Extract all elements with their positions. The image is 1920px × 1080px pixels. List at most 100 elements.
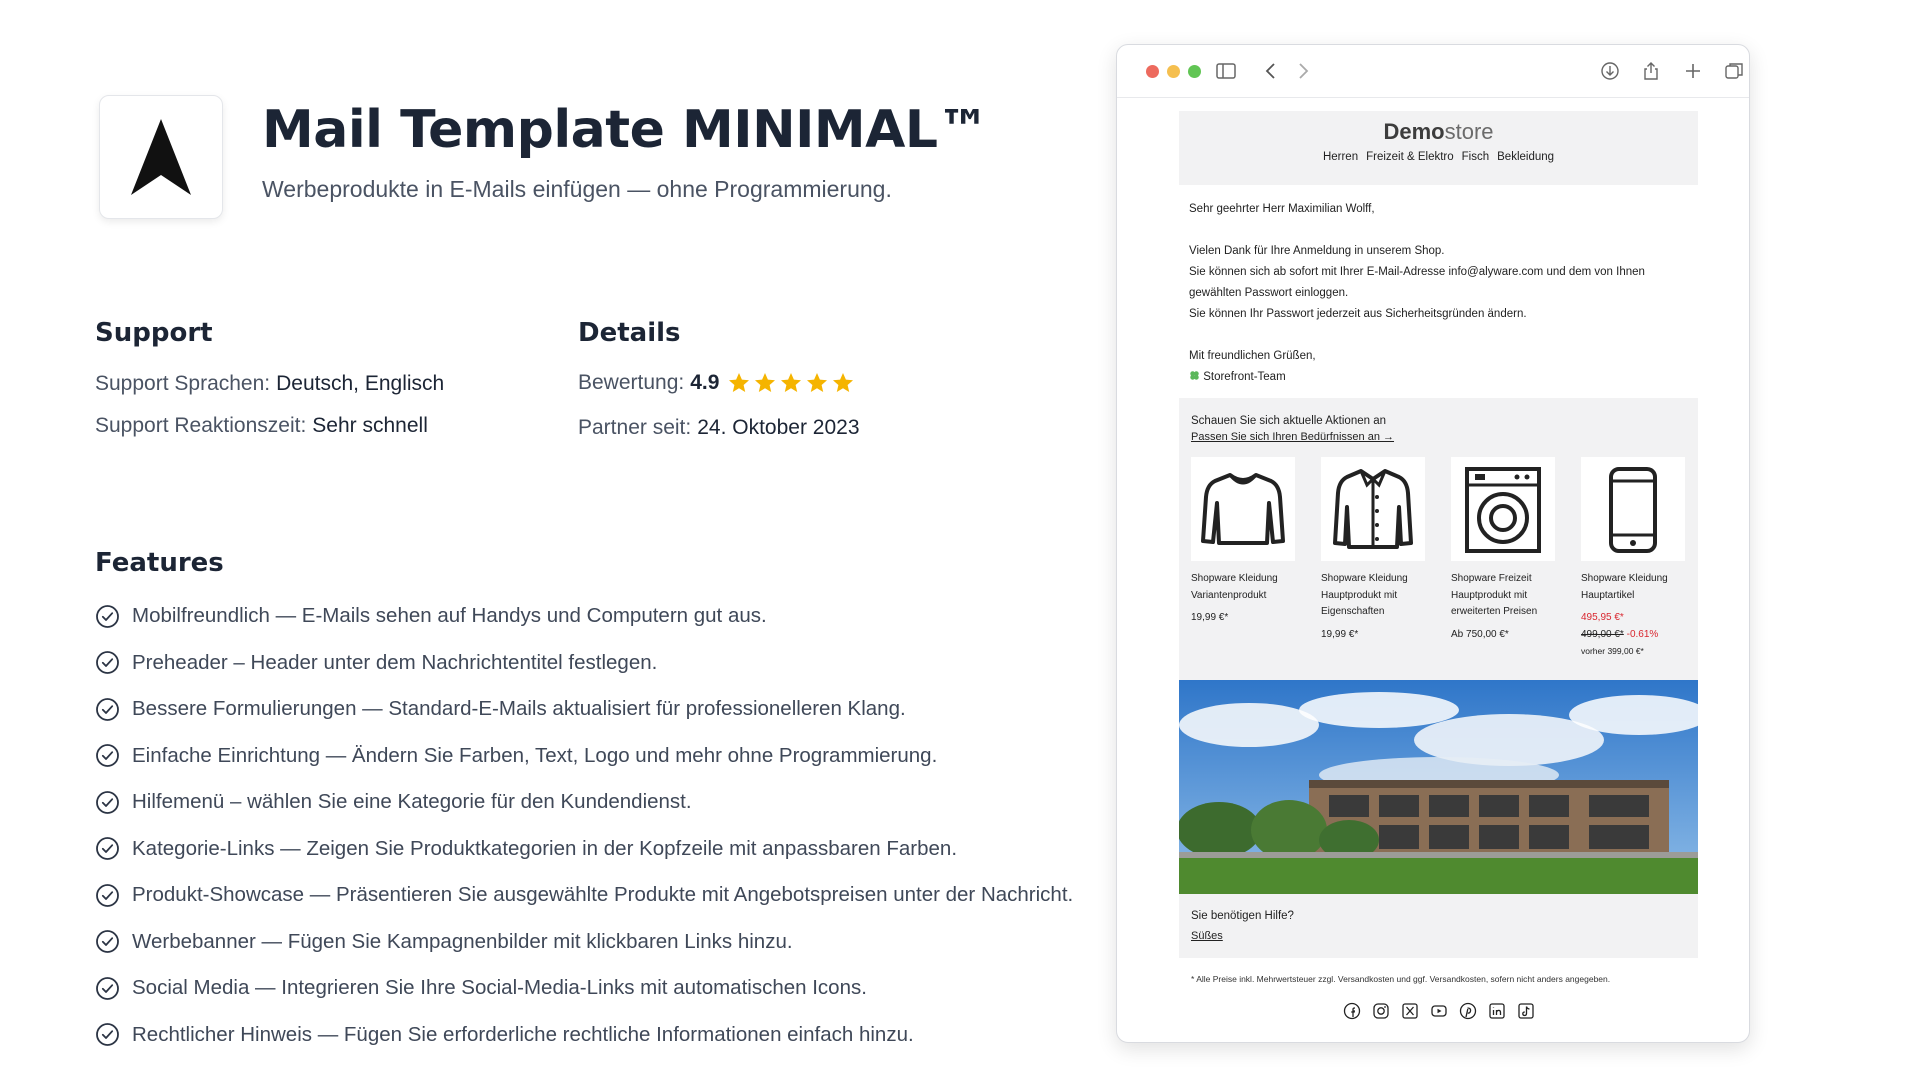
product-card[interactable]: Shopware Kleidung Hauptprodukt mit Eigen… <box>1321 457 1425 660</box>
social-links <box>1179 1002 1698 1020</box>
email-preview: Demostore Herren Freizeit & Elektro Fisch B… <box>1179 111 1698 1020</box>
instagram-icon[interactable] <box>1372 1002 1390 1020</box>
category-nav: Herren Freizeit & Elektro Fisch Bekleidung <box>1179 151 1698 163</box>
legal-footnote: * Alle Preise inkl. Mehrwertsteuer zzgl.… <box>1191 974 1611 984</box>
new-tab-icon[interactable] <box>1682 60 1704 82</box>
promo-heading: Schauen Sie sich aktuelle Aktionen an <box>1191 415 1386 427</box>
tiktok-icon[interactable] <box>1517 1002 1535 1020</box>
email-body: Sehr geehrter Herr Maximilian Wolff, Vie… <box>1179 185 1698 388</box>
product-price: 19,99 €* <box>1191 612 1229 623</box>
support-languages: Support Sprachen: Deutsch, Englisch <box>95 372 444 396</box>
jacket-icon <box>1333 469 1413 549</box>
feature-item: Social Media — Integrieren Sie Ihre Soci… <box>95 965 1073 1012</box>
app-logo <box>99 95 223 219</box>
sidebar-icon[interactable] <box>1215 60 1237 82</box>
brand-bold: Demo <box>1383 119 1445 144</box>
body-line: Vielen Dank für Ihre Anmeldung in unsere… <box>1189 245 1445 257</box>
email-greeting: Sehr geehrter Herr Maximilian Wolff, <box>1189 203 1375 215</box>
arrow-logo-icon <box>131 119 191 195</box>
feature-item: Produkt-Showcase — Präsentieren Sie ausg… <box>95 872 1073 919</box>
email-closing-block: Mit freundlichen Grüßen, Storefront-Team <box>1189 346 1688 388</box>
product-image[interactable] <box>1581 457 1685 561</box>
app-subtitle: Werbeprodukte in E-Mails einfügen — ohne… <box>262 176 892 202</box>
product-showcase: Schauen Sie sich aktuelle Aktionen an Pa… <box>1179 398 1698 680</box>
product-card[interactable]: Shopware Kleidung Variantenprodukt 19,99… <box>1191 457 1295 660</box>
body-line: Sie können sich ab sofort mit Ihrer E-Ma… <box>1189 266 1645 299</box>
back-icon[interactable] <box>1260 60 1282 82</box>
facebook-icon[interactable] <box>1343 1002 1361 1020</box>
product-card[interactable]: Shopware Freizeit Hauptprodukt mit erwei… <box>1451 457 1555 660</box>
product-name: Shopware Freizeit Hauptprodukt mit erwei… <box>1451 573 1538 617</box>
partner-label: Partner seit: <box>578 416 692 439</box>
rating-label: Bewertung: <box>578 371 685 394</box>
washing-machine-icon <box>1465 467 1541 553</box>
feature-text: Mobilfreundlich — E-Mails sehen auf Hand… <box>132 604 767 628</box>
feature-item: Rechtlicher Hinweis — Fügen Sie erforder… <box>95 1012 1073 1059</box>
product-price: 19,99 €* <box>1321 628 1359 640</box>
feature-text: Werbebanner — Fügen Sie Kampagnenbilder … <box>132 929 793 953</box>
support-response: Support Reaktionszeit: Sehr schnell <box>95 414 428 438</box>
product-old-price: 499,00 €* <box>1581 628 1624 640</box>
details-rating: Bewertung: 4.9 <box>578 371 855 395</box>
nav-category-link[interactable]: Freizeit & Elektro <box>1366 151 1454 163</box>
feature-text: Hilfemenü – wählen Sie eine Kategorie fü… <box>132 790 692 814</box>
check-circle-icon <box>96 604 119 628</box>
product-price: Ab 750,00 €* <box>1451 628 1509 640</box>
support-languages-value: Deutsch, Englisch <box>276 372 445 395</box>
check-circle-icon <box>96 837 119 861</box>
minimize-window-button[interactable] <box>1167 65 1180 78</box>
linkedin-icon[interactable] <box>1488 1002 1506 1020</box>
email-body-text: Vielen Dank für Ihre Anmeldung in unsere… <box>1189 241 1688 325</box>
support-response-label: Support Reaktionszeit: <box>95 414 307 437</box>
feature-item: Mobilfreundlich — E-Mails sehen auf Hand… <box>95 593 1073 640</box>
product-name: Shopware Kleidung Variantenprodukt <box>1191 573 1278 601</box>
check-circle-icon <box>96 697 119 721</box>
x-icon[interactable] <box>1401 1002 1419 1020</box>
product-name: Shopware Kleidung Hauptprodukt mit Eigen… <box>1321 573 1408 617</box>
feature-text: Einfache Einrichtung — Ändern Sie Farben… <box>132 743 938 767</box>
feature-item: Preheader – Header unter dem Nachrichten… <box>95 640 1073 687</box>
feature-item: Bessere Formulierungen — Standard-E-Mail… <box>95 686 1073 733</box>
star-icon <box>729 373 750 392</box>
clover-icon <box>1190 371 1199 380</box>
product-card[interactable]: Shopware Kleidung Hauptartikel 495,95 €*… <box>1581 457 1685 660</box>
nav-category-link[interactable]: Bekleidung <box>1497 151 1554 163</box>
help-link[interactable]: Süßes <box>1191 926 1686 946</box>
support-heading: Support <box>95 318 213 348</box>
store-brand[interactable]: Demostore <box>1179 119 1698 145</box>
pinterest-icon[interactable] <box>1459 1002 1477 1020</box>
feature-item: Werbebanner — Fügen Sie Kampagnenbilder … <box>95 919 1073 966</box>
product-image[interactable] <box>1321 457 1425 561</box>
features-heading: Features <box>95 548 224 578</box>
brand-light: store <box>1444 119 1494 144</box>
feature-item: Kategorie-Links — Zeigen Sie Produktkate… <box>95 826 1073 873</box>
maximize-window-button[interactable] <box>1188 65 1201 78</box>
check-circle-icon <box>96 651 119 675</box>
star-icon <box>781 373 802 392</box>
details-partner: Partner seit: 24. Oktober 2023 <box>578 416 860 440</box>
feature-text: Produkt-Showcase — Präsentieren Sie ausg… <box>132 883 1074 907</box>
nav-category-link[interactable]: Herren <box>1323 151 1358 163</box>
star-icon <box>755 373 776 392</box>
sweater-icon <box>1201 473 1285 545</box>
rating-stars <box>727 371 855 395</box>
feature-text: Kategorie-Links — Zeigen Sie Produktkate… <box>132 836 958 860</box>
nav-category-link[interactable]: Fisch <box>1462 151 1489 163</box>
feature-text: Preheader – Header unter dem Nachrichten… <box>132 650 658 674</box>
support-languages-label: Support Sprachen: <box>95 372 271 395</box>
promo-link[interactable]: Passen Sie sich Ihren Bedürfnissen an → <box>1191 431 1686 443</box>
check-circle-icon <box>96 883 119 907</box>
tabs-overview-icon[interactable] <box>1723 60 1745 82</box>
help-section: Sie benötigen Hilfe? Süßes <box>1179 894 1698 958</box>
share-icon[interactable] <box>1640 60 1662 82</box>
youtube-icon[interactable] <box>1430 1002 1448 1020</box>
help-heading: Sie benötigen Hilfe? <box>1191 910 1294 922</box>
download-icon[interactable] <box>1599 60 1621 82</box>
forward-icon[interactable] <box>1292 60 1314 82</box>
email-closing: Mit freundlichen Grüßen, <box>1189 350 1316 362</box>
email-header: Demostore Herren Freizeit & Elektro Fisch B… <box>1179 111 1698 185</box>
campaign-banner-image[interactable] <box>1179 680 1698 894</box>
product-image[interactable] <box>1191 457 1295 561</box>
product-image[interactable] <box>1451 457 1555 561</box>
close-window-button[interactable] <box>1146 65 1159 78</box>
